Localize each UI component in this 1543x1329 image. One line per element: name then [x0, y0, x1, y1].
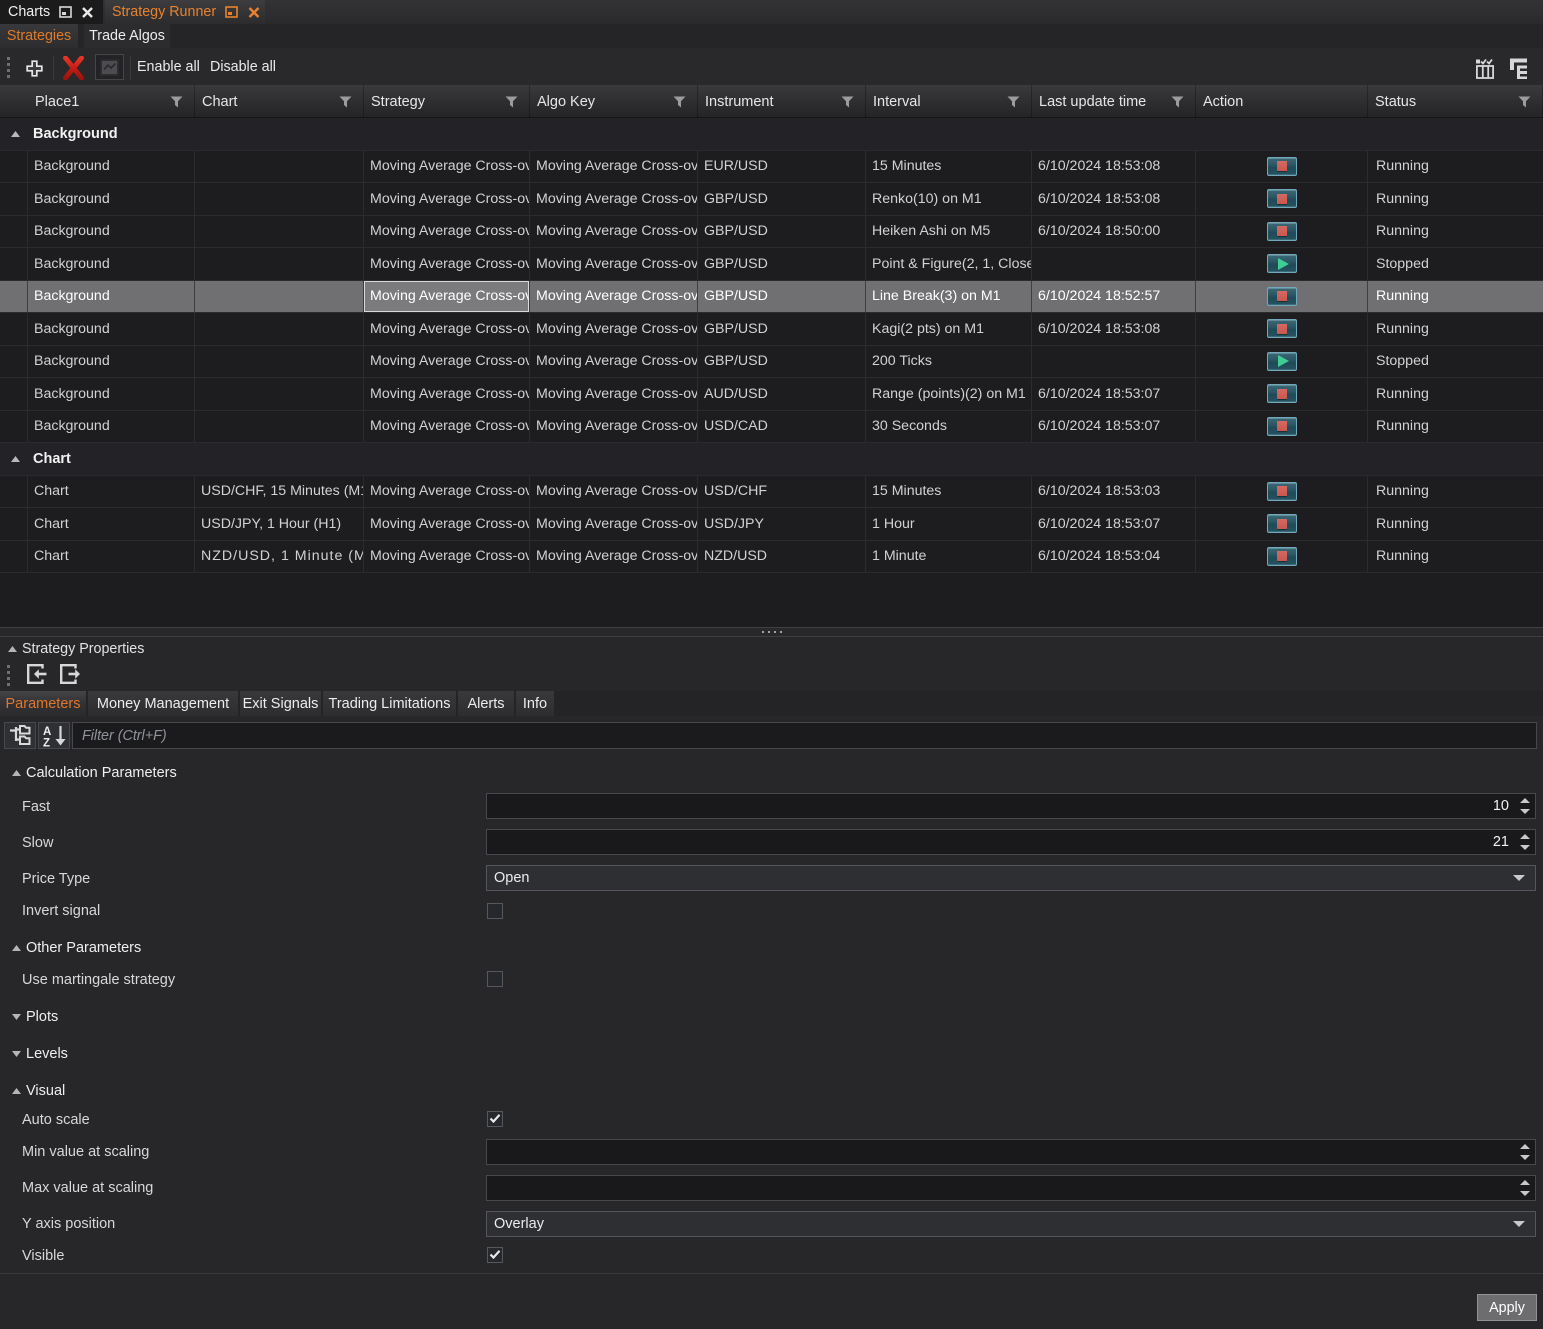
svg-text:A: A: [43, 726, 51, 738]
svg-text:Z: Z: [43, 737, 50, 748]
